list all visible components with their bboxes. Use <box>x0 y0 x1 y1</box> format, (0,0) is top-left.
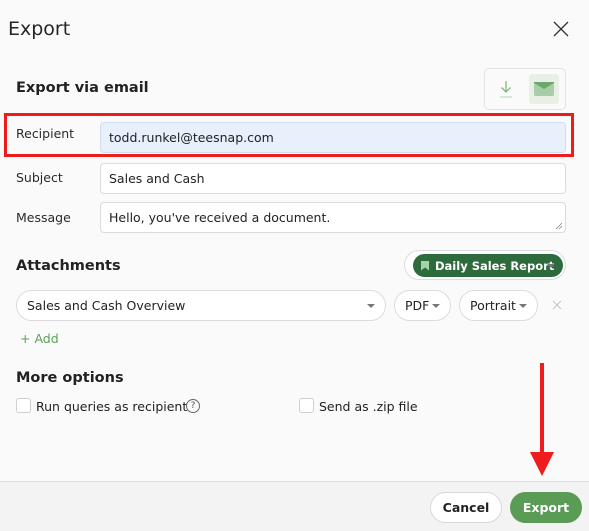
chevron-down-icon <box>519 304 527 308</box>
report-selector[interactable]: Daily Sales Report <box>404 250 566 280</box>
export-button[interactable]: Export <box>510 492 582 523</box>
remove-attachment-icon[interactable] <box>551 299 563 311</box>
run-queries-checkbox[interactable] <box>16 398 31 413</box>
email-section-title: Export via email <box>16 80 149 96</box>
add-attachment-button[interactable]: + Add <box>20 331 59 346</box>
run-queries-label: Run queries as recipient <box>36 399 188 414</box>
chevron-down-icon <box>432 304 440 308</box>
annotation-arrow-shaft <box>540 363 544 453</box>
cancel-button[interactable]: Cancel <box>430 492 502 523</box>
chevron-down-icon <box>547 264 555 268</box>
export-mode-toggle <box>484 68 566 110</box>
subject-input[interactable]: Sales and Cash <box>100 163 566 194</box>
more-options-title: More options <box>16 370 124 386</box>
send-zip-checkbox[interactable] <box>299 398 314 413</box>
download-icon <box>500 81 512 98</box>
subject-value: Sales and Cash <box>109 171 205 186</box>
email-mode-button[interactable] <box>529 74 559 104</box>
message-value: Hello, you've received a document. <box>109 210 331 225</box>
dialog-title: Export <box>8 18 71 40</box>
envelope-icon <box>534 82 554 96</box>
recipient-label: Recipient <box>16 126 75 141</box>
annotation-arrow-head <box>530 452 554 476</box>
export-dialog: Export Export via email Recipient todd.r… <box>0 0 589 531</box>
send-zip-label: Send as .zip file <box>319 399 418 414</box>
report-badge-label: Daily Sales Report <box>435 258 555 273</box>
chevron-down-icon <box>367 304 375 308</box>
format-value: PDF <box>405 298 430 313</box>
close-icon[interactable] <box>552 20 570 38</box>
bookmark-icon <box>421 260 429 271</box>
recipient-value: todd.runkel@teesnap.com <box>109 130 274 145</box>
plus-icon: + <box>20 331 35 346</box>
resize-handle-icon[interactable] <box>555 222 563 230</box>
message-label: Message <box>16 210 71 225</box>
report-badge: Daily Sales Report <box>413 254 564 277</box>
attachment-select[interactable]: Sales and Cash Overview <box>16 290 386 321</box>
orientation-value: Portrait <box>470 298 516 313</box>
dialog-footer: Cancel Export <box>0 481 589 531</box>
attachments-title: Attachments <box>16 258 121 274</box>
orientation-select[interactable]: Portrait <box>459 290 538 321</box>
add-label: Add <box>34 331 59 346</box>
attachment-name: Sales and Cash Overview <box>27 298 186 313</box>
help-icon[interactable]: ? <box>186 399 200 413</box>
subject-label: Subject <box>16 170 63 185</box>
recipient-input[interactable]: todd.runkel@teesnap.com <box>100 122 566 153</box>
message-textarea[interactable]: Hello, you've received a document. <box>100 202 566 233</box>
format-select[interactable]: PDF <box>394 290 451 321</box>
download-mode-button[interactable] <box>491 74 521 104</box>
